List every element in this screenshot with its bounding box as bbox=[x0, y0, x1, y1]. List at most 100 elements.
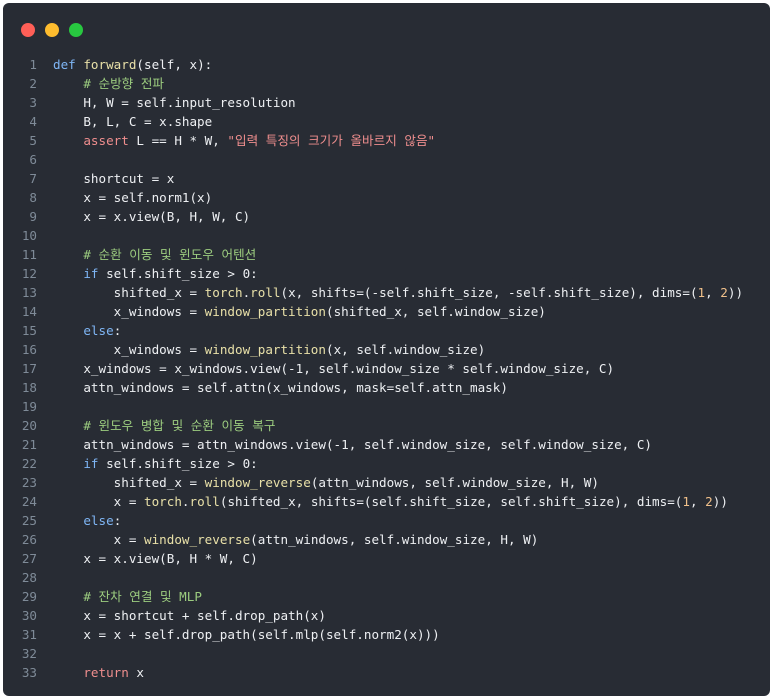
line-number: 9 bbox=[29, 209, 37, 224]
code-line: 26 x = window_reverse(attn_windows, self… bbox=[3, 530, 770, 549]
line-number: 5 bbox=[29, 133, 37, 148]
line-number: 22 bbox=[21, 456, 37, 471]
line-source: x = shortcut + self.drop_path(x) bbox=[53, 606, 326, 625]
line-number: 20 bbox=[21, 418, 37, 433]
code-token: # 순방향 전파 bbox=[53, 76, 165, 91]
code-token: 2 bbox=[720, 285, 728, 300]
line-number: 10 bbox=[21, 228, 37, 243]
line-source: shifted_x = torch.roll(x, shifts=(-self.… bbox=[53, 283, 743, 302]
code-line: 32 bbox=[3, 644, 770, 663]
code-token: self.shift_size > 0: bbox=[98, 456, 258, 471]
code-token: shifted_x = bbox=[53, 285, 205, 300]
line-number: 6 bbox=[29, 152, 37, 167]
line-source: x_windows = window_partition(shifted_x, … bbox=[53, 302, 546, 321]
line-number: 21 bbox=[21, 437, 37, 452]
code-token: x = x.view(B, H * W, C) bbox=[53, 551, 258, 566]
code-line: 11 # 순환 이동 및 윈도우 어텐션 bbox=[3, 245, 770, 264]
code-line: 5 assert L == H * W, "입력 특징의 크기가 올바르지 않음… bbox=[3, 131, 770, 150]
code-line: 9 x = x.view(B, H, W, C) bbox=[3, 207, 770, 226]
line-number: 16 bbox=[21, 342, 37, 357]
line-number: 1 bbox=[29, 57, 37, 72]
code-token: def bbox=[53, 57, 84, 72]
code-line: 29 # 잔차 연결 및 MLP bbox=[3, 587, 770, 606]
close-button[interactable] bbox=[21, 23, 35, 37]
code-token: : bbox=[113, 323, 122, 338]
line-source: x_windows = window_partition(x, self.win… bbox=[53, 340, 486, 359]
code-token: x_windows = bbox=[53, 304, 205, 319]
code-token: x = x + self.drop_path(self.mlp(self.nor… bbox=[53, 627, 440, 642]
window-titlebar bbox=[3, 3, 770, 47]
line-source: # 순방향 전파 bbox=[53, 74, 164, 93]
code-line: 25 else: bbox=[3, 511, 770, 530]
line-number: 28 bbox=[21, 570, 37, 585]
code-token: . bbox=[181, 494, 190, 509]
line-number: 25 bbox=[21, 513, 37, 528]
code-token: # 순환 이동 및 윈도우 어텐션 bbox=[53, 247, 257, 262]
code-token: x = bbox=[53, 532, 144, 547]
line-source: B, L, C = x.shape bbox=[53, 112, 212, 131]
maximize-button[interactable] bbox=[69, 23, 83, 37]
code-token: # 잔차 연결 및 MLP bbox=[53, 589, 202, 604]
code-token: torch bbox=[144, 494, 182, 509]
code-token: if bbox=[83, 266, 99, 281]
code-line: 24 x = torch.roll(shifted_x, shifts=(sel… bbox=[3, 492, 770, 511]
code-token: window_partition bbox=[204, 304, 326, 319]
code-line: 31 x = x + self.drop_path(self.mlp(self.… bbox=[3, 625, 770, 644]
line-number: 19 bbox=[21, 399, 37, 414]
code-token: 1 bbox=[682, 494, 690, 509]
code-token: x bbox=[128, 665, 145, 680]
code-token: attn_windows = self.attn(x_windows, mask… bbox=[53, 380, 508, 395]
line-number: 14 bbox=[21, 304, 37, 319]
code-token: assert bbox=[83, 133, 129, 148]
minimize-button[interactable] bbox=[45, 23, 59, 37]
code-line: 4 B, L, C = x.shape bbox=[3, 112, 770, 131]
code-line: 7 shortcut = x bbox=[3, 169, 770, 188]
code-line: 13 shifted_x = torch.roll(x, shifts=(-se… bbox=[3, 283, 770, 302]
code-line: 21 attn_windows = attn_windows.view(-1, … bbox=[3, 435, 770, 454]
code-line: 14 x_windows = window_partition(shifted_… bbox=[3, 302, 770, 321]
code-window: 1 def forward(self, x): 2 # 순방향 전파 3 H, W =… bbox=[3, 3, 770, 696]
code-line: 20 # 윈도우 병합 및 순환 이동 복구 bbox=[3, 416, 770, 435]
code-line: 8 x = self.norm1(x) bbox=[3, 188, 770, 207]
code-token: x_windows = x_windows.view(-1, self.wind… bbox=[53, 361, 615, 376]
line-source: def forward(self, x): bbox=[53, 55, 212, 74]
code-token: x = bbox=[53, 494, 144, 509]
line-source: x_windows = x_windows.view(-1, self.wind… bbox=[53, 359, 614, 378]
code-line: 18 attn_windows = self.attn(x_windows, m… bbox=[3, 378, 770, 397]
code-token: attn_windows = attn_windows.view(-1, sel… bbox=[53, 437, 652, 452]
line-source: attn_windows = attn_windows.view(-1, sel… bbox=[53, 435, 652, 454]
code-token: (self, x): bbox=[136, 57, 213, 72]
line-source: if self.shift_size > 0: bbox=[53, 454, 258, 473]
line-source: else: bbox=[53, 511, 121, 530]
code-line: 15 else: bbox=[3, 321, 770, 340]
code-block: 1 def forward(self, x): 2 # 순방향 전파 3 H, W =… bbox=[3, 55, 770, 682]
line-source: shifted_x = window_reverse(attn_windows,… bbox=[53, 473, 599, 492]
line-source: x = self.norm1(x) bbox=[53, 188, 212, 207]
code-token: shortcut = x bbox=[53, 171, 175, 186]
line-number: 33 bbox=[21, 665, 37, 680]
line-number: 4 bbox=[29, 114, 37, 129]
code-token: self.shift_size > 0: bbox=[98, 266, 258, 281]
code-line: 16 x_windows = window_partition(x, self.… bbox=[3, 340, 770, 359]
code-token: 1 bbox=[697, 285, 706, 300]
code-line: 27 x = x.view(B, H * W, C) bbox=[3, 549, 770, 568]
code-token: B, L, C = x.shape bbox=[53, 114, 213, 129]
line-source: H, W = self.input_resolution bbox=[53, 93, 296, 112]
line-source: # 순환 이동 및 윈도우 어텐션 bbox=[53, 245, 256, 264]
code-token: (x, self.window_size) bbox=[325, 342, 486, 357]
code-token: )) bbox=[727, 285, 744, 300]
code-line: 10 bbox=[3, 226, 770, 245]
code-line: 22 if self.shift_size > 0: bbox=[3, 454, 770, 473]
line-number: 29 bbox=[21, 589, 37, 604]
code-token: 2 bbox=[705, 494, 713, 509]
line-number: 17 bbox=[21, 361, 37, 376]
code-token: H, W = self.input_resolution bbox=[53, 95, 296, 110]
code-line: 17 x_windows = x_windows.view(-1, self.w… bbox=[3, 359, 770, 378]
code-token: : bbox=[113, 513, 122, 528]
code-line: 12 if self.shift_size > 0: bbox=[3, 264, 770, 283]
line-source: x = window_reverse(attn_windows, self.wi… bbox=[53, 530, 539, 549]
